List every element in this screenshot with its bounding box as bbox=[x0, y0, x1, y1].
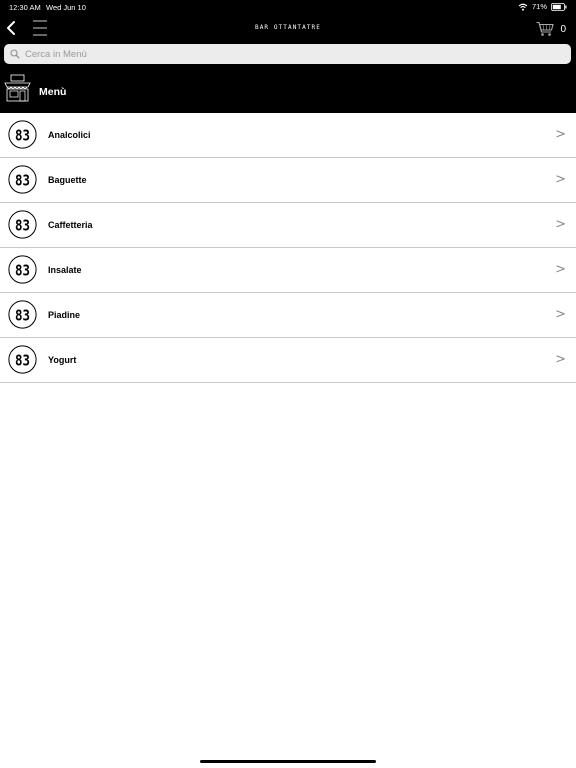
section-title: Menù bbox=[39, 86, 67, 98]
category-row[interactable]: 83 Yogurt > bbox=[0, 338, 576, 383]
logo-text: 83 bbox=[15, 172, 30, 190]
status-date: Wed Jun 10 bbox=[46, 3, 86, 12]
chevron-right-icon: > bbox=[555, 172, 566, 187]
chevron-right-icon: > bbox=[555, 307, 566, 322]
shop-icon bbox=[4, 74, 31, 102]
chevron-right-icon: > bbox=[555, 352, 566, 367]
status-time: 12:30 AM bbox=[9, 3, 41, 12]
logo-text: 83 bbox=[15, 307, 30, 325]
category-label: Baguette bbox=[48, 175, 87, 185]
logo-text: 83 bbox=[15, 262, 30, 280]
category-row[interactable]: 83 Insalate > bbox=[0, 248, 576, 293]
chevron-right-icon: > bbox=[555, 127, 566, 142]
logo-text: 83 bbox=[15, 352, 30, 370]
status-right: 71% bbox=[518, 2, 567, 11]
search-icon bbox=[10, 49, 20, 59]
cart-button[interactable]: 0 bbox=[536, 19, 566, 39]
bar-83-logo-icon: 83 bbox=[8, 345, 37, 374]
bar-83-logo-icon: 83 bbox=[8, 300, 37, 329]
nav-bar: BAR OTTANTATRE 0 bbox=[0, 14, 576, 42]
search-bar-container bbox=[0, 42, 576, 67]
bar-83-logo-icon: 83 bbox=[8, 165, 37, 194]
top-bar: 12:30 AM Wed Jun 10 71% BAR OTTANTATRE 0… bbox=[0, 0, 576, 67]
chevron-right-icon: > bbox=[555, 217, 566, 232]
battery-percent: 71% bbox=[531, 2, 547, 11]
status-bar: 12:30 AM Wed Jun 10 71% bbox=[0, 0, 576, 14]
logo-text: 83 bbox=[15, 127, 30, 145]
cart-count: 0 bbox=[560, 23, 566, 35]
battery-icon bbox=[551, 2, 567, 11]
category-label: Yogurt bbox=[48, 355, 77, 365]
cart-icon bbox=[536, 21, 555, 36]
bar-83-logo-icon: 83 bbox=[8, 210, 37, 239]
category-row[interactable]: 83 Analcolici > bbox=[0, 113, 576, 158]
category-label: Piadine bbox=[48, 310, 81, 320]
bar-83-logo-icon: 83 bbox=[8, 120, 37, 149]
category-row[interactable]: 83 Baguette > bbox=[0, 158, 576, 203]
category-row[interactable]: 83 Caffetteria > bbox=[0, 203, 576, 248]
section-header: Menù bbox=[0, 67, 576, 113]
bar-83-logo-icon: 83 bbox=[8, 255, 37, 284]
category-label: Insalate bbox=[48, 265, 82, 275]
category-list: 83 Analcolici >83 Baguette >83 Caffetteria >83… bbox=[0, 113, 576, 383]
category-label: Caffetteria bbox=[48, 220, 93, 230]
logo-text: 83 bbox=[15, 217, 30, 235]
search-bar[interactable] bbox=[4, 44, 571, 64]
category-row[interactable]: 83 Piadine > bbox=[0, 293, 576, 338]
category-label: Analcolici bbox=[48, 130, 91, 140]
search-input[interactable] bbox=[23, 47, 547, 61]
brand-title: BAR OTTANTATRE bbox=[255, 24, 321, 31]
home-indicator bbox=[200, 760, 376, 763]
wifi-icon bbox=[518, 3, 528, 11]
chevron-right-icon: > bbox=[555, 262, 566, 277]
